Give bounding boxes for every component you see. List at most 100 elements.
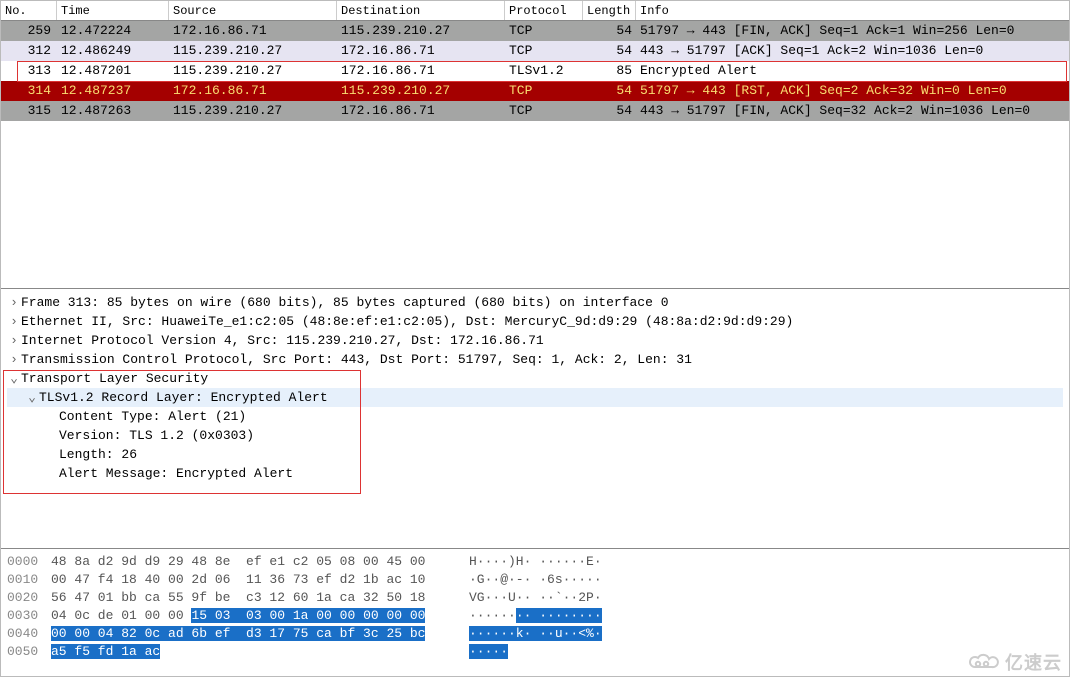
col-header-dest[interactable]: Destination [337, 1, 505, 20]
hex-row[interactable]: 000048 8a d2 9d d9 29 48 8e ef e1 c2 05 … [7, 553, 1063, 571]
hex-offset: 0040 [7, 625, 51, 643]
tree-length-label: Length: 26 [59, 447, 137, 462]
cell-source: 115.239.210.27 [169, 41, 337, 61]
cell-protocol: TCP [505, 41, 583, 61]
cell-source: 172.16.86.71 [169, 81, 337, 101]
hex-row[interactable]: 002056 47 01 bb ca 55 9f be c3 12 60 1a … [7, 589, 1063, 607]
hex-bytes: a5 f5 fd 1a ac [51, 643, 449, 661]
cell-no: 312 [1, 41, 57, 61]
tree-tls-record[interactable]: ⌄TLSv1.2 Record Layer: Encrypted Alert [7, 388, 1063, 407]
cell-no: 314 [1, 81, 57, 101]
hex-bytes: 48 8a d2 9d d9 29 48 8e ef e1 c2 05 08 0… [51, 553, 449, 571]
table-row[interactable]: 25912.472224172.16.86.71115.239.210.27TC… [1, 21, 1069, 41]
tree-tls[interactable]: ⌄Transport Layer Security [7, 369, 1063, 388]
cell-time: 12.472224 [57, 21, 169, 41]
cell-length: 54 [583, 41, 636, 61]
table-row[interactable]: 31512.487263115.239.210.27172.16.86.71TC… [1, 101, 1069, 121]
tree-ctype-label: Content Type: Alert (21) [59, 409, 246, 424]
chevron-down-icon[interactable]: ⌄ [7, 369, 21, 388]
col-header-length[interactable]: Length [583, 1, 636, 20]
chevron-right-icon[interactable]: › [7, 293, 21, 312]
packet-bytes-pane[interactable]: 000048 8a d2 9d d9 29 48 8e ef e1 c2 05 … [1, 549, 1069, 676]
cell-dest: 172.16.86.71 [337, 41, 505, 61]
packet-list-pane[interactable]: No. Time Source Destination Protocol Len… [1, 1, 1069, 289]
hex-ascii: ······k· ··u··<%· [449, 625, 602, 643]
tree-alert-label: Alert Message: Encrypted Alert [59, 466, 293, 481]
tree-version[interactable]: Version: TLS 1.2 (0x0303) [7, 426, 1063, 445]
hex-ascii: VG···U·· ··`··2P· [449, 589, 602, 607]
col-header-time[interactable]: Time [57, 1, 169, 20]
tree-tcp-label: Transmission Control Protocol, Src Port:… [21, 352, 692, 367]
cell-length: 54 [583, 81, 636, 101]
cell-protocol: TLSv1.2 [505, 61, 583, 81]
tree-content-type[interactable]: Content Type: Alert (21) [7, 407, 1063, 426]
hex-ascii: H····)H· ······E· [449, 553, 602, 571]
hex-row[interactable]: 0050a5 f5 fd 1a ac····· [7, 643, 1063, 661]
cell-length: 54 [583, 101, 636, 121]
chevron-right-icon[interactable]: › [7, 350, 21, 369]
table-row[interactable]: 31412.487237172.16.86.71115.239.210.27TC… [1, 81, 1069, 101]
cell-source: 115.239.210.27 [169, 61, 337, 81]
cell-info: 51797 → 443 [FIN, ACK] Seq=1 Ack=1 Win=2… [636, 21, 1069, 41]
cell-protocol: TCP [505, 101, 583, 121]
hex-offset: 0050 [7, 643, 51, 661]
col-header-no[interactable]: No. [1, 1, 57, 20]
cell-length: 54 [583, 21, 636, 41]
cell-protocol: TCP [505, 81, 583, 101]
chevron-right-icon[interactable]: › [7, 312, 21, 331]
tree-alert-message[interactable]: Alert Message: Encrypted Alert [7, 464, 1063, 483]
table-row[interactable]: 31212.486249115.239.210.27172.16.86.71TC… [1, 41, 1069, 61]
col-header-info[interactable]: Info [636, 1, 1069, 20]
cell-length: 85 [583, 61, 636, 81]
cell-dest: 115.239.210.27 [337, 21, 505, 41]
hex-bytes: 00 00 04 82 0c ad 6b ef d3 17 75 ca bf 3… [51, 625, 449, 643]
hex-offset: 0010 [7, 571, 51, 589]
tree-tls-label: Transport Layer Security [21, 371, 208, 386]
tree-record-label: TLSv1.2 Record Layer: Encrypted Alert [39, 390, 328, 405]
cell-protocol: TCP [505, 21, 583, 41]
cell-info: 443 → 51797 [ACK] Seq=1 Ack=2 Win=1036 L… [636, 41, 1069, 61]
cell-dest: 172.16.86.71 [337, 61, 505, 81]
hex-bytes: 56 47 01 bb ca 55 9f be c3 12 60 1a ca 3… [51, 589, 449, 607]
cell-source: 115.239.210.27 [169, 101, 337, 121]
hex-offset: 0000 [7, 553, 51, 571]
tree-tcp[interactable]: ›Transmission Control Protocol, Src Port… [7, 350, 1063, 369]
tree-frame[interactable]: ›Frame 313: 85 bytes on wire (680 bits),… [7, 293, 1063, 312]
tree-ip[interactable]: ›Internet Protocol Version 4, Src: 115.2… [7, 331, 1063, 350]
cell-time: 12.486249 [57, 41, 169, 61]
cell-no: 315 [1, 101, 57, 121]
cell-time: 12.487201 [57, 61, 169, 81]
hex-bytes: 00 47 f4 18 40 00 2d 06 11 36 73 ef d2 1… [51, 571, 449, 589]
hex-ascii: ·G··@·-· ·6s····· [449, 571, 602, 589]
tree-length[interactable]: Length: 26 [7, 445, 1063, 464]
hex-ascii: ····· [449, 643, 508, 661]
cell-time: 12.487237 [57, 81, 169, 101]
cell-time: 12.487263 [57, 101, 169, 121]
hex-offset: 0020 [7, 589, 51, 607]
chevron-down-icon[interactable]: ⌄ [25, 388, 39, 407]
packet-details-pane[interactable]: ›Frame 313: 85 bytes on wire (680 bits),… [1, 289, 1069, 549]
tree-frame-label: Frame 313: 85 bytes on wire (680 bits), … [21, 295, 669, 310]
cell-info: Encrypted Alert [636, 61, 1069, 81]
tree-ethernet[interactable]: ›Ethernet II, Src: HuaweiTe_e1:c2:05 (48… [7, 312, 1063, 331]
hex-row[interactable]: 004000 00 04 82 0c ad 6b ef d3 17 75 ca … [7, 625, 1063, 643]
cell-info: 443 → 51797 [FIN, ACK] Seq=32 Ack=2 Win=… [636, 101, 1069, 121]
hex-ascii: ········ ········ [449, 607, 602, 625]
packet-list-body: 25912.472224172.16.86.71115.239.210.27TC… [1, 21, 1069, 121]
col-header-protocol[interactable]: Protocol [505, 1, 583, 20]
hex-offset: 0030 [7, 607, 51, 625]
col-header-source[interactable]: Source [169, 1, 337, 20]
table-row[interactable]: 31312.487201115.239.210.27172.16.86.71TL… [1, 61, 1069, 81]
tree-eth-label: Ethernet II, Src: HuaweiTe_e1:c2:05 (48:… [21, 314, 793, 329]
chevron-right-icon[interactable]: › [7, 331, 21, 350]
hex-row[interactable]: 001000 47 f4 18 40 00 2d 06 11 36 73 ef … [7, 571, 1063, 589]
tree-ip-label: Internet Protocol Version 4, Src: 115.23… [21, 333, 544, 348]
cell-no: 259 [1, 21, 57, 41]
cell-source: 172.16.86.71 [169, 21, 337, 41]
hex-bytes: 04 0c de 01 00 00 15 03 03 00 1a 00 00 0… [51, 607, 449, 625]
cell-dest: 172.16.86.71 [337, 101, 505, 121]
packet-list-header: No. Time Source Destination Protocol Len… [1, 1, 1069, 21]
hex-row[interactable]: 003004 0c de 01 00 00 15 03 03 00 1a 00 … [7, 607, 1063, 625]
tree-version-label: Version: TLS 1.2 (0x0303) [59, 428, 254, 443]
cell-no: 313 [1, 61, 57, 81]
